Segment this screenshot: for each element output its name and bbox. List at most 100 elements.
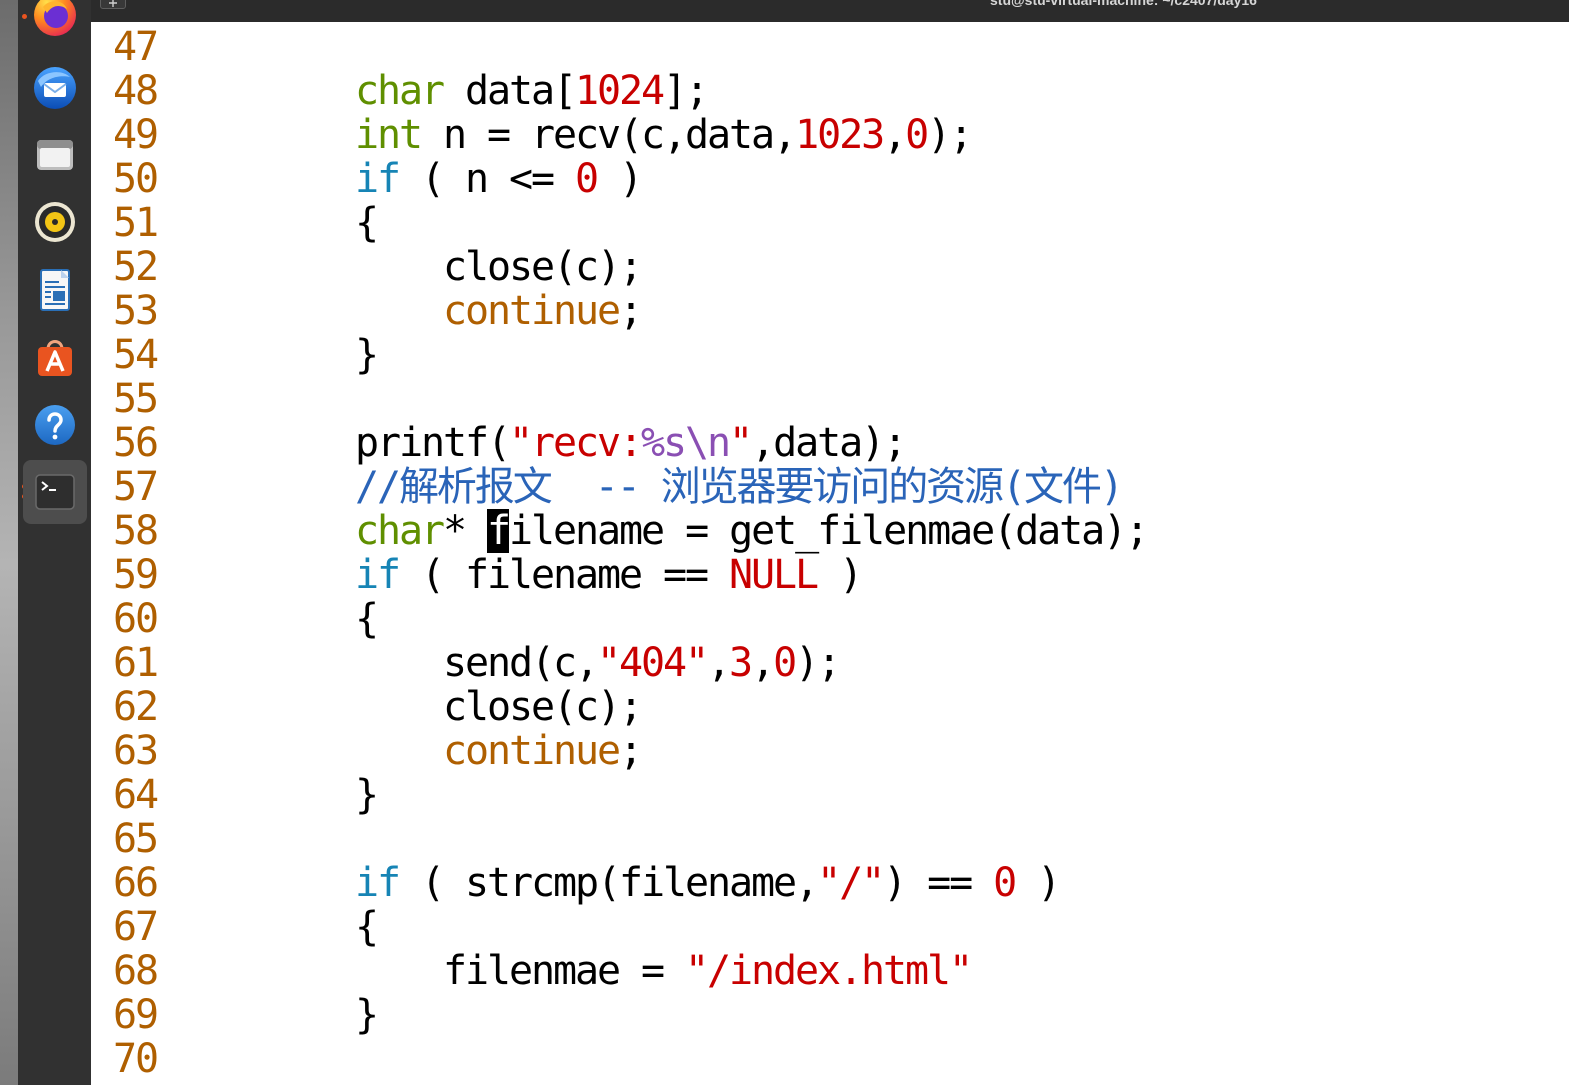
line-text[interactable] [179,377,355,421]
dock-app-firefox[interactable] [23,0,87,47]
type-keyword: char [355,508,445,554]
line-text[interactable]: if ( strcmp(filename, "/" ) == 0 ) [179,860,1061,906]
code-text: ( strcmp(filename, [399,860,819,906]
code-text: close(c); [443,684,643,730]
number-literal: 0 [773,640,797,686]
code-line[interactable]: 59 if ( filename == NULL ) [91,553,1569,597]
code-text: ); [795,640,841,686]
dock-app-ubuntu-software[interactable] [23,325,87,389]
code-line[interactable]: 62 close(c); [91,685,1569,729]
line-number: 66 [112,860,159,906]
line-text[interactable]: send(c, "404" , 3 , 0 ); [179,640,841,686]
line-number: 63 [112,728,159,774]
line-text[interactable]: printf( "recv: %s\n " ,data); [179,420,907,466]
window-title: stu@stu-virtual-machine: ~/c2407/day16 [990,0,1257,8]
code-line[interactable]: 64 } [91,773,1569,817]
dock-app-help[interactable] [23,393,87,457]
code-line[interactable]: 53 continue ; [91,289,1569,333]
line-number: 58 [112,508,159,554]
line-text[interactable]: } [179,333,379,377]
line-text[interactable]: int n = recv(c,data, 1023 , 0 ); [179,112,973,158]
line-number: 61 [112,640,159,686]
line-text[interactable]: { [179,596,379,642]
code-line[interactable]: 68 filenmae = "/index.html" [91,949,1569,993]
code-text: * [443,508,488,554]
line-text[interactable]: } [179,773,379,817]
code-text: filenmae = [443,948,686,994]
dock-app-terminal[interactable] [23,460,87,524]
code-text: ( filename == [399,552,730,598]
ubuntu-software-icon [38,340,72,376]
code-line[interactable]: 70 [91,1037,1569,1081]
dock-app-writer[interactable] [23,258,87,322]
line-number: 69 [112,992,159,1038]
thunderbird-mail-icon [34,67,76,109]
code-line[interactable]: 60 { [91,597,1569,641]
line-text[interactable]: char data[ 1024 ]; [179,68,709,114]
new-tab-button[interactable] [100,0,126,9]
line-text[interactable] [179,817,355,861]
line-text[interactable]: filenmae = "/index.html" [179,948,973,994]
line-number: 70 [112,1036,159,1082]
line-text[interactable]: //解析报文 -- 浏览器要访问的资源(文件) [179,465,1124,509]
code-line[interactable]: 48 char data[ 1024 ]; [91,69,1569,113]
line-text[interactable]: char * f ilename = get_filenmae(data); [179,508,1149,554]
line-number: 60 [112,596,159,642]
code-line[interactable]: 63 continue ; [91,729,1569,773]
code-line[interactable]: 56 printf( "recv: %s\n " ,data); [91,421,1569,465]
statement-keyword: continue [443,288,621,334]
string-literal: "/index.html" [685,948,973,994]
code-line[interactable]: 49 int n = recv(c,data, 1023 , 0 ); [91,113,1569,157]
code-line[interactable]: 67 { [91,905,1569,949]
code-text: ); [927,112,973,158]
code-text: , [751,640,775,686]
code-line[interactable]: 61 send(c, "404" , 3 , 0 ); [91,641,1569,685]
line-text[interactable]: { [179,201,379,245]
line-text[interactable] [179,25,355,69]
code-text: printf( [355,420,511,466]
code-line[interactable]: 52 close(c); [91,245,1569,289]
code-line[interactable]: 66 if ( strcmp(filename, "/" ) == 0 ) [91,861,1569,905]
code-line[interactable]: 58 char * f ilename = get_filenmae(data)… [91,509,1569,553]
line-text[interactable]: continue ; [179,288,643,334]
text-cursor: f [487,508,511,554]
line-text[interactable]: { [179,904,379,950]
code-line[interactable]: 55 [91,377,1569,421]
dock [18,0,91,1085]
line-number: 68 [112,948,159,994]
code-line[interactable]: 50 if ( n <= 0 ) [91,157,1569,201]
desktop-wallpaper [0,0,18,1085]
conditional-keyword: if [355,552,401,598]
code-line[interactable]: 69 } [91,993,1569,1037]
code-text: ) [817,552,863,598]
code-line[interactable]: 65 [91,817,1569,861]
line-text[interactable]: } [179,993,379,1037]
line-number: 56 [112,420,159,466]
line-text[interactable]: close(c); [179,684,643,730]
code-text: data[ [443,68,577,114]
number-literal: 0 [905,112,929,158]
code-text: ,data); [751,420,907,466]
line-text[interactable]: if ( n <= 0 ) [179,157,643,201]
code-text: ; [619,728,643,774]
line-number: 50 [112,156,159,202]
line-number: 51 [112,200,159,246]
code-line[interactable]: 54 } [91,333,1569,377]
code-line[interactable]: 57 //解析报文 -- 浏览器要访问的资源(文件) [91,465,1569,509]
line-text[interactable]: close(c); [179,245,643,289]
line-text[interactable]: continue ; [179,728,643,774]
code-text: { [355,904,379,950]
type-keyword: char [355,68,445,114]
vim-editor[interactable]: 47 48 char data[ 1024 ]; 49 int n = recv… [91,25,1569,1081]
number-literal: 1023 [795,112,885,158]
dock-app-rhythmbox[interactable] [23,190,87,254]
code-line[interactable]: 51 { [91,201,1569,245]
code-text: { [355,596,379,642]
code-line[interactable]: 47 [91,25,1569,69]
line-text[interactable] [179,1037,355,1081]
number-literal: 0 [993,860,1017,906]
line-text[interactable]: if ( filename == NULL ) [179,552,863,598]
code-text: ; [619,288,643,334]
dock-app-files[interactable] [23,123,87,187]
dock-app-thunderbird[interactable] [23,56,87,120]
